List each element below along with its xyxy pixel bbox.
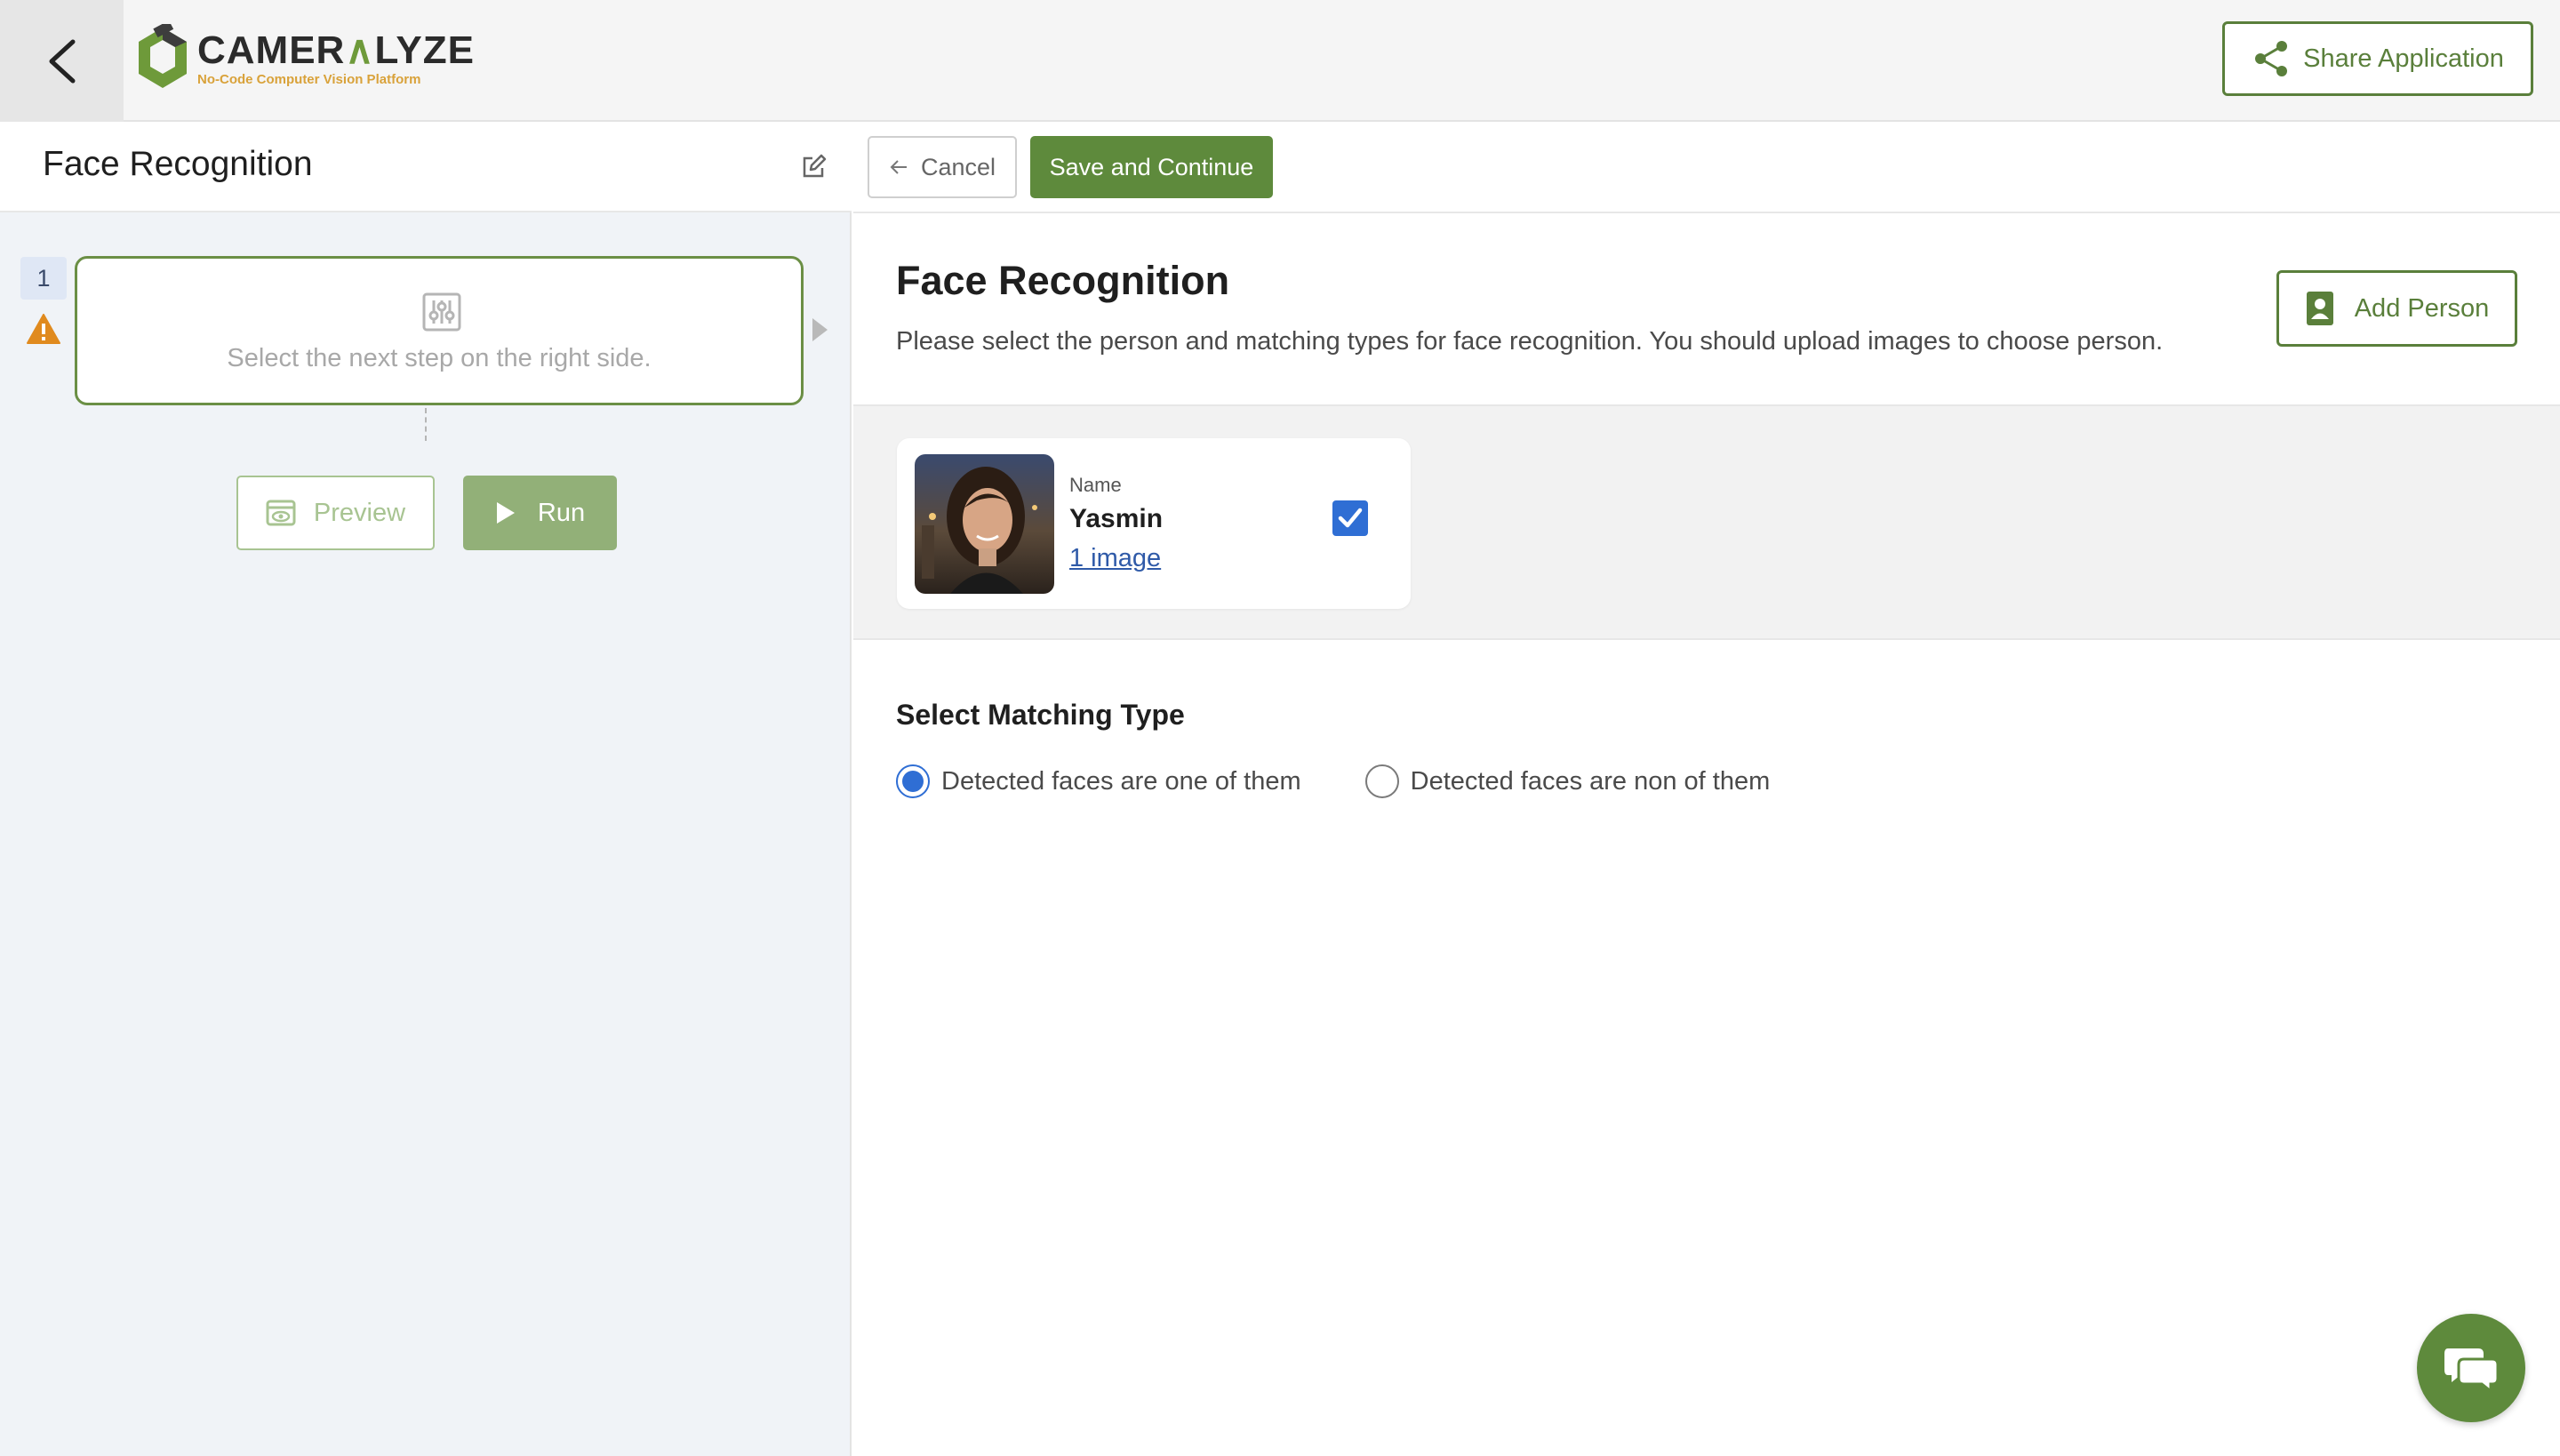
logo: CAMER∧LYZE No-Code Computer Vision Platf…	[135, 23, 475, 94]
section-subtitle: Please select the person and matching ty…	[896, 327, 2164, 356]
warning-icon	[27, 314, 60, 348]
app-title: Face Recognition	[43, 145, 313, 183]
persons-list: Name Yasmin 1 image	[853, 404, 2560, 640]
share-label: Share Application	[2303, 44, 2504, 73]
top-bar: CAMER∧LYZE No-Code Computer Vision Platf…	[0, 0, 2560, 122]
radio-label-none-of-them: Detected faces are non of them	[1410, 766, 1771, 796]
person-card[interactable]: Name Yasmin 1 image	[897, 438, 1411, 609]
chat-button[interactable]	[2417, 1314, 2525, 1422]
person-avatar	[915, 454, 1054, 594]
left-panel: Face Recognition 1 Select the next step	[0, 122, 852, 1456]
checkmark-icon	[1338, 508, 1363, 528]
cancel-button[interactable]: Cancel	[868, 136, 1017, 198]
section-title: Face Recognition	[896, 258, 1230, 303]
person-images-link[interactable]: 1 image	[1069, 544, 1161, 573]
matching-type-title: Select Matching Type	[896, 699, 1185, 731]
step-card[interactable]: Select the next step on the right side.	[75, 256, 804, 405]
add-person-label: Add Person	[2354, 293, 2490, 323]
run-button[interactable]: Run	[463, 476, 617, 550]
left-header: Face Recognition	[0, 122, 852, 212]
step-expand-arrow[interactable]	[812, 318, 828, 341]
step-placeholder-text: Select the next step on the right side.	[227, 344, 652, 372]
radio-one-of-them[interactable]	[896, 764, 930, 798]
matching-type-options: Detected faces are one of them Detected …	[896, 764, 1770, 798]
save-and-continue-button[interactable]: Save and Continue	[1030, 136, 1273, 198]
logo-tagline: No-Code Computer Vision Platform	[197, 71, 421, 87]
step-number-badge: 1	[20, 257, 67, 300]
chevron-left-icon	[49, 39, 75, 83]
person-name-label: Name	[1069, 474, 1122, 496]
share-application-button[interactable]: Share Application	[2222, 21, 2533, 96]
chat-bubbles-icon	[2444, 1348, 2500, 1393]
radio-none-of-them[interactable]	[1364, 764, 1399, 798]
right-toolbar: Cancel Save and Continue	[853, 122, 2560, 213]
connector-line	[425, 408, 427, 441]
preview-button[interactable]: Preview	[236, 476, 435, 550]
back-button[interactable]	[0, 0, 124, 122]
run-label: Run	[537, 498, 586, 527]
person-name: Yasmin	[1069, 504, 1164, 533]
edit-icon	[803, 154, 827, 178]
logo-hexagon-icon	[139, 24, 187, 88]
edit-title-button[interactable]	[800, 154, 827, 185]
cancel-label: Cancel	[920, 153, 996, 180]
add-person-button[interactable]: Add Person	[2276, 270, 2517, 347]
person-select-checkbox[interactable]	[1332, 500, 1368, 536]
play-icon	[496, 502, 515, 524]
preview-label: Preview	[313, 498, 406, 527]
sliders-icon	[422, 292, 461, 336]
logo-wordmark: CAMER∧LYZE	[197, 28, 475, 72]
share-icon	[2255, 41, 2288, 76]
preview-eye-icon	[266, 500, 296, 526]
person-badge-icon	[2306, 292, 2333, 325]
radio-label-one-of-them: Detected faces are one of them	[941, 766, 1301, 796]
arrow-left-icon	[890, 160, 907, 174]
